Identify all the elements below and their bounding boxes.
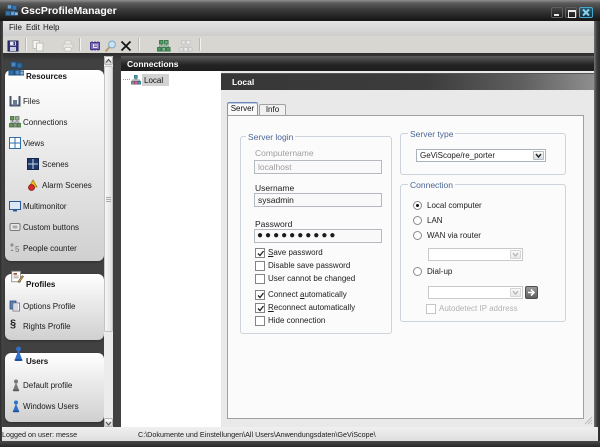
svg-text:5: 5 <box>15 245 20 254</box>
